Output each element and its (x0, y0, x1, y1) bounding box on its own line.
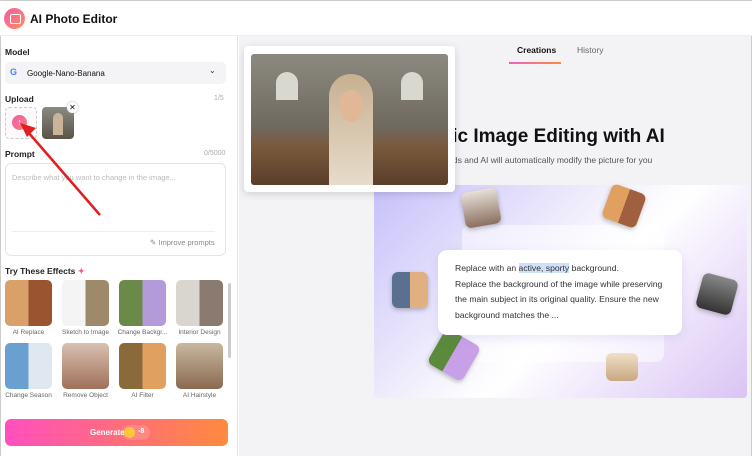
annotation-arrow-icon (20, 123, 101, 216)
